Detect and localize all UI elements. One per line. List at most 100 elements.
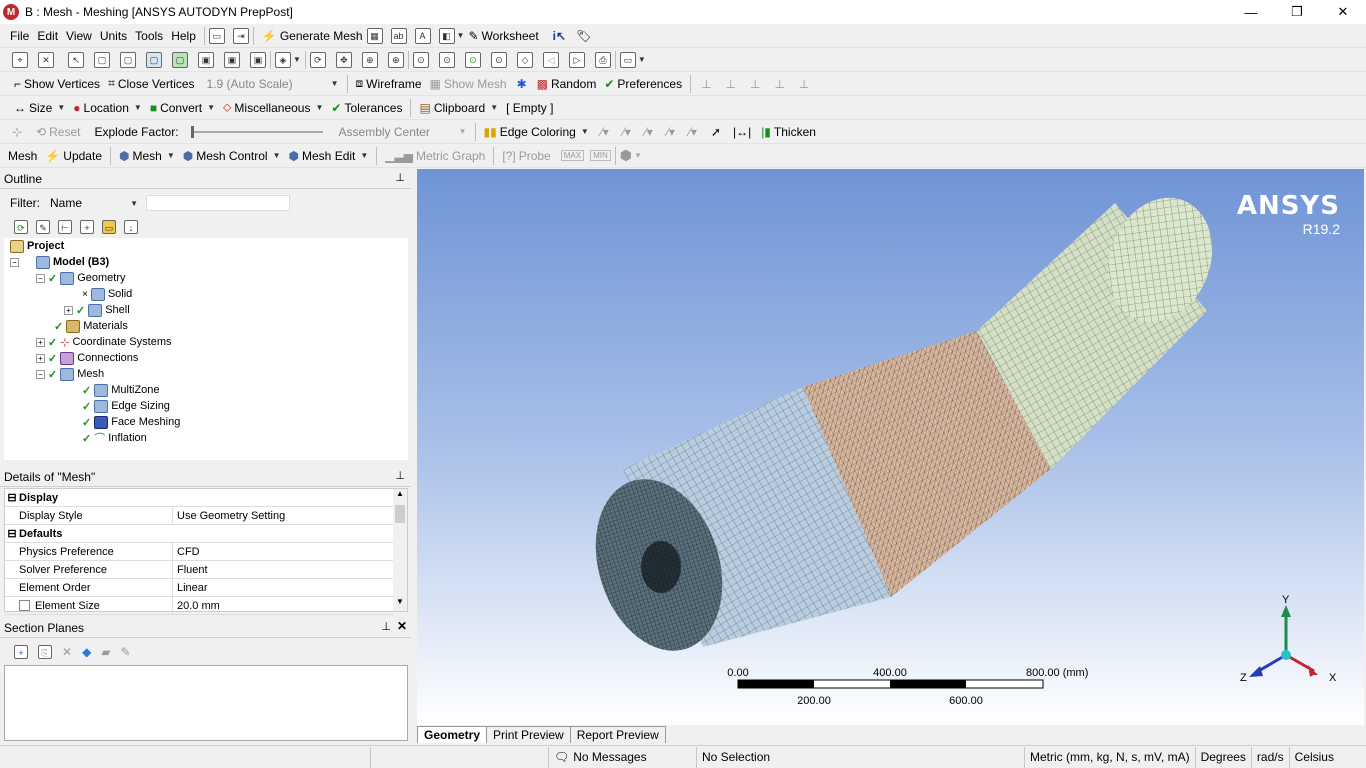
select-body-icon[interactable]: ▢: [172, 51, 188, 68]
filter-text-input[interactable]: [146, 195, 290, 211]
select-vertex-icon[interactable]: ▢: [94, 51, 110, 68]
zoom-to-selection-icon[interactable]: ⊙: [438, 51, 455, 68]
select-face-icon[interactable]: ▢: [146, 51, 162, 68]
mesh-edit-dropdown[interactable]: ⬢ Mesh Edit ▼: [285, 145, 373, 167]
new-section-plane-icon[interactable]: +: [14, 645, 28, 659]
menu-tools[interactable]: Tools: [131, 25, 167, 47]
image-icon[interactable]: ◧: [438, 27, 455, 44]
menu-view[interactable]: View: [62, 25, 96, 47]
explode-icon[interactable]: ⊹: [12, 125, 22, 139]
select-edge-icon[interactable]: ▢: [120, 51, 136, 68]
tree-item-mesh[interactable]: − ✓ Mesh: [36, 366, 104, 382]
select-coords-icon[interactable]: ✕: [38, 51, 54, 68]
metric-graph-button[interactable]: ▁▃▅ Metric Graph: [381, 145, 489, 167]
tree-item-face-meshing[interactable]: ✓ Face Meshing: [82, 414, 180, 430]
location-dropdown[interactable]: ● Location ▼: [69, 97, 146, 119]
update-button[interactable]: ⚡ Update: [41, 145, 106, 167]
mesh-model[interactable]: 0.00 400.00 800.00 (mm) 200.00 600.00 Y …: [417, 169, 1364, 725]
parameter-checkbox[interactable]: [19, 600, 30, 611]
tree-item-coordinate-systems[interactable]: + ✓ ⊹ Coordinate Systems: [36, 334, 171, 350]
sort-icon[interactable]: ↓: [124, 220, 138, 234]
scale-select[interactable]: 1.9 (Auto Scale) ▼: [203, 75, 343, 93]
details-category-display[interactable]: ⊟ Display: [5, 489, 393, 507]
tree-item-connections[interactable]: + ✓ Connections: [36, 350, 138, 366]
expand-toggle-icon[interactable]: +: [36, 353, 45, 363]
scroll-down-icon[interactable]: ▼: [393, 597, 407, 611]
tree-item-geometry[interactable]: − ✓ Geometry: [36, 270, 126, 286]
tree-item-project[interactable]: Project: [10, 238, 64, 254]
info-cursor-icon[interactable]: i↖: [553, 29, 566, 43]
assembly-center-select[interactable]: Assembly Center ▼: [335, 123, 471, 141]
tab-geometry[interactable]: Geometry: [417, 726, 488, 743]
edge-display-2-icon[interactable]: ⁄▾: [623, 125, 631, 139]
select-element-face-icon[interactable]: ▣: [224, 51, 240, 68]
tab-print-preview[interactable]: Print Preview: [486, 726, 571, 743]
send-icon[interactable]: ⇥: [232, 27, 249, 44]
size-dropdown[interactable]: ↔ Size ▼: [10, 97, 69, 119]
restore-button[interactable]: ❐: [1274, 0, 1320, 24]
plane-icon[interactable]: ◆: [82, 645, 91, 659]
details-row-physics-preference[interactable]: Physics Preference CFD: [5, 542, 393, 561]
collapse-toggle-icon[interactable]: ⊟: [5, 491, 19, 504]
mesh-dropdown[interactable]: ⬢ Mesh ▼: [115, 145, 179, 167]
tag-icon[interactable]: 🏷: [576, 29, 591, 43]
select-mode-icon[interactable]: ↖: [68, 51, 84, 68]
edit-section-icon[interactable]: ✎: [121, 645, 131, 659]
align-z-icon[interactable]: ⊥: [750, 77, 760, 91]
minimize-button[interactable]: —: [1228, 0, 1274, 24]
details-row-element-order[interactable]: Element Order Linear: [5, 578, 393, 597]
section-planes-list[interactable]: [4, 665, 408, 741]
pan-icon[interactable]: ✥: [335, 51, 352, 68]
next-view-icon[interactable]: ▷: [568, 51, 585, 68]
collapse-toggle-icon[interactable]: −: [36, 369, 45, 379]
details-value[interactable]: Linear: [173, 582, 208, 594]
details-row-element-size[interactable]: Element Size 20.0 mm: [5, 596, 393, 615]
probe-button[interactable]: [?] Probe: [498, 145, 554, 167]
pin-icon[interactable]: ⊥: [395, 171, 405, 184]
clipboard-dropdown[interactable]: ▤ Clipboard ▼: [415, 97, 502, 119]
viewport-layout-icon[interactable]: ▭: [619, 51, 636, 68]
axes-icon[interactable]: ✱: [517, 77, 527, 91]
tree-item-model[interactable]: − Model (B3): [10, 254, 109, 270]
details-value[interactable]: Use Geometry Setting: [173, 510, 285, 522]
align-iso-icon[interactable]: ⊥: [774, 77, 784, 91]
mesh-display-icon[interactable]: ⬢: [620, 147, 632, 164]
print-icon[interactable]: ⎙: [594, 51, 611, 68]
close-button[interactable]: ✕: [1320, 0, 1366, 24]
details-value[interactable]: 20.0 mm: [173, 600, 220, 612]
rotate-icon[interactable]: ⟳: [309, 51, 326, 68]
close-vertices-button[interactable]: ⌗ Close Vertices: [104, 73, 198, 95]
worksheet-button[interactable]: ✎ Worksheet: [464, 25, 542, 47]
rate-units-status[interactable]: rad/s: [1250, 746, 1289, 768]
select-node-icon[interactable]: ▣: [198, 51, 214, 68]
menu-units[interactable]: Units: [96, 25, 131, 47]
tree-item-materials[interactable]: ✓ Materials: [54, 318, 128, 334]
scroll-thumb[interactable]: [395, 505, 405, 523]
edge-display-4-icon[interactable]: ⁄▾: [667, 125, 675, 139]
wireframe-button[interactable]: ⧈ Wireframe: [352, 73, 426, 95]
edge-display-1-icon[interactable]: ⁄▾: [601, 125, 609, 139]
collapse-toggle-icon[interactable]: ⊟: [5, 527, 19, 540]
show-vertices-button[interactable]: ⌐ Show Vertices: [10, 73, 104, 95]
explode-slider[interactable]: [190, 125, 323, 138]
edge-coloring-dropdown[interactable]: ▮▮ Edge Coloring ▼: [480, 121, 593, 143]
expand-toggle-icon[interactable]: +: [36, 337, 45, 347]
delete-icon[interactable]: ✕: [62, 645, 72, 659]
graphics-viewport[interactable]: ANSYS R19.2 0.00 400.00 800.00 (mm) 200.…: [417, 169, 1364, 725]
preferences-button[interactable]: ✔ Preferences: [600, 73, 686, 95]
show-mesh-button[interactable]: ▦ Show Mesh: [426, 73, 511, 95]
details-value[interactable]: Fluent: [173, 564, 208, 576]
iso-view-icon[interactable]: ◇: [516, 51, 533, 68]
thicken-button[interactable]: |▮ Thicken: [757, 121, 820, 143]
tree-item-edge-sizing[interactable]: ✓ Edge Sizing: [82, 398, 170, 414]
tab-report-preview[interactable]: Report Preview: [569, 726, 666, 743]
folder-icon[interactable]: ▭: [102, 220, 116, 234]
details-row-solver-preference[interactable]: Solver Preference Fluent: [5, 560, 393, 579]
previous-view-icon[interactable]: ◁: [542, 51, 559, 68]
max-button[interactable]: MAX: [560, 150, 585, 161]
command-icon[interactable]: ▭: [208, 27, 225, 44]
zoom-icon[interactable]: ⊕: [361, 51, 378, 68]
units-status[interactable]: Metric (mm, kg, N, s, mV, mA): [1024, 746, 1195, 768]
random-colors-button[interactable]: ▩ Random: [533, 73, 601, 95]
pin-icon[interactable]: ⊥: [381, 620, 391, 633]
